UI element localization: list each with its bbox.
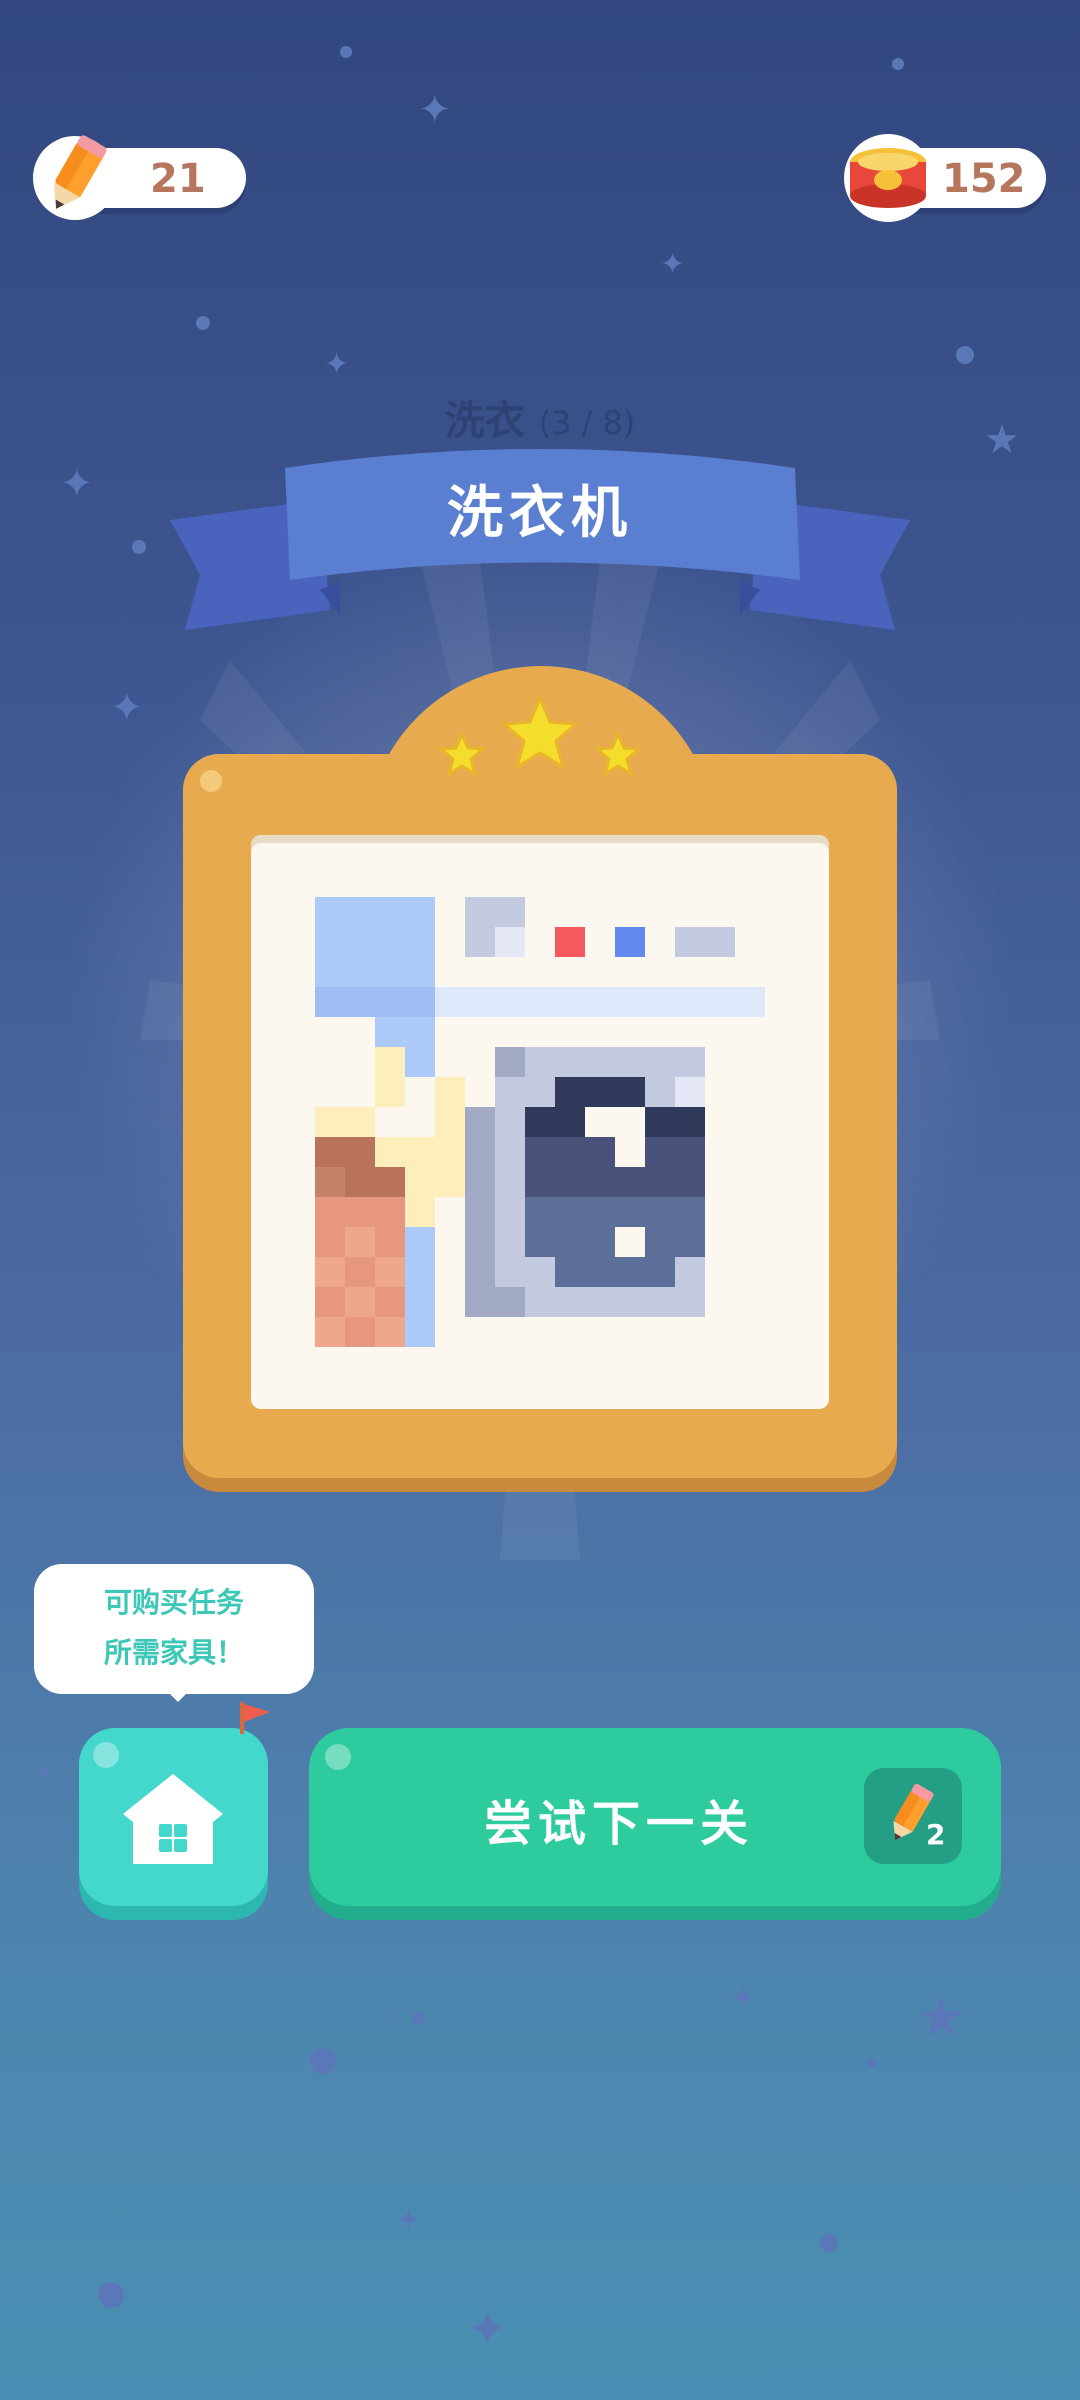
- sparkle-icon: ✦: [418, 87, 452, 133]
- star-rating: [437, 694, 643, 778]
- frame-screw: [200, 770, 222, 792]
- sparkle-icon: ✦: [396, 2203, 422, 2238]
- decor-dot: [196, 316, 210, 330]
- level-title: 洗衣机: [447, 481, 633, 546]
- sparkle-icon: ✦: [730, 1981, 756, 2016]
- decor-dot: [866, 2058, 876, 2068]
- purchase-tooltip: 可购买任务 所需家具！: [34, 1564, 314, 1694]
- decor-dot: [892, 58, 904, 70]
- decor-dot: [340, 46, 352, 58]
- next-level-label: 尝试下一关: [483, 1796, 754, 1852]
- decor-dot: [310, 2048, 336, 2074]
- pencil-icon: [33, 135, 117, 220]
- star-icon: [593, 730, 643, 778]
- tooltip-line-2: 所需家具！: [103, 1636, 244, 1669]
- washing-machine-pixel-art: [315, 897, 765, 1347]
- decor-dot: [956, 346, 974, 364]
- pixel-canvas: [251, 835, 829, 1409]
- sparkle-icon: ✦: [324, 347, 350, 382]
- home-icon: [123, 1774, 223, 1864]
- level-category: 洗衣 (3 / 8): [0, 388, 1080, 446]
- tooltip-line-1: 可购买任务: [103, 1586, 244, 1619]
- home-button[interactable]: [79, 1728, 268, 1906]
- pencil-count: 21: [150, 156, 206, 202]
- level-progress: (3 / 8): [538, 404, 636, 442]
- sparkle-icon: ✦: [660, 247, 686, 282]
- star-icon: [437, 730, 487, 778]
- decor-dot: [38, 1766, 48, 1776]
- star-icon: [500, 694, 580, 771]
- sparkle-icon: ✦: [466, 2300, 508, 2358]
- sparkle-icon: ✦: [110, 685, 144, 731]
- flag-icon: [240, 1702, 270, 1734]
- level-category-text: 洗衣: [444, 398, 525, 444]
- decor-dot: [820, 2234, 838, 2252]
- decor-dot: [412, 2012, 424, 2024]
- try-next-level-button[interactable]: 尝试下一关 2: [309, 1728, 1001, 1906]
- coin-count: 152: [942, 156, 1026, 202]
- decor-dot: [98, 2282, 124, 2308]
- next-level-cost: 2: [864, 1768, 962, 1864]
- sparkle-icon: ★: [916, 1985, 967, 2050]
- next-level-cost-value: 2: [926, 1818, 946, 1851]
- coin-can-icon: [844, 134, 932, 222]
- tooltip-tail: [164, 1688, 192, 1702]
- button-shine: [325, 1744, 351, 1770]
